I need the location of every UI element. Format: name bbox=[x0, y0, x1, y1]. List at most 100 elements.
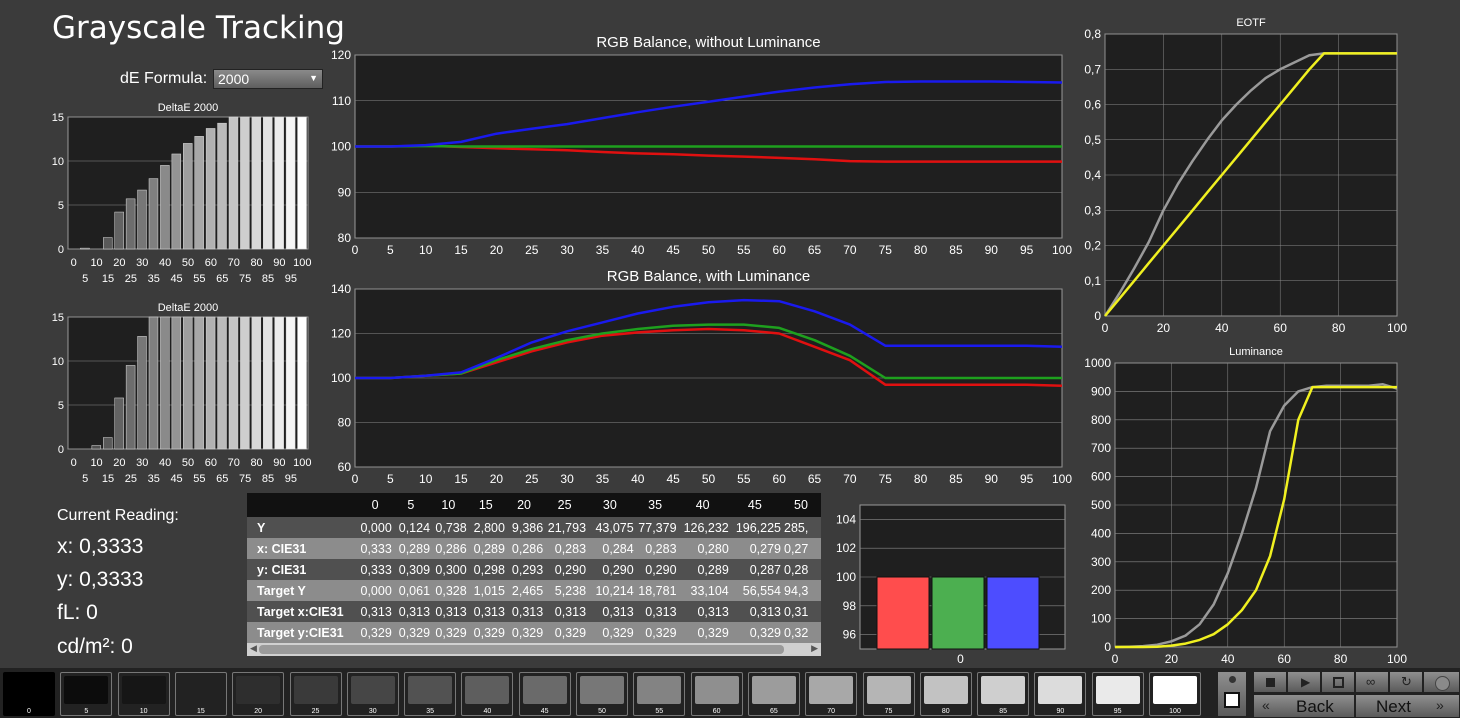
gray-patch-90[interactable]: 90 bbox=[1034, 672, 1087, 716]
stop-button[interactable] bbox=[1253, 671, 1287, 693]
table-cell: 0,313 bbox=[676, 601, 729, 622]
table-cell: 0,313 bbox=[358, 601, 392, 622]
table-cell: 0,313 bbox=[586, 601, 634, 622]
patch-swatch bbox=[121, 676, 166, 704]
bar bbox=[194, 136, 204, 250]
back-button[interactable]: « Back bbox=[1253, 694, 1355, 718]
table-cell: 33,104 bbox=[676, 580, 729, 601]
patch-label: 85 bbox=[999, 708, 1007, 715]
gray-patch-80[interactable]: 80 bbox=[919, 672, 972, 716]
gray-patch-15[interactable]: 15 bbox=[174, 672, 227, 716]
play-icon: ▶ bbox=[1301, 675, 1311, 689]
y-tick-label: 110 bbox=[332, 94, 351, 108]
de-formula-select[interactable]: 2000 ▼ bbox=[213, 69, 323, 89]
bar bbox=[160, 316, 170, 450]
bar bbox=[103, 437, 113, 450]
table-scrollbar[interactable]: ◀ ▶ bbox=[247, 643, 821, 656]
table-cell: 0,298 bbox=[466, 559, 505, 580]
table-row: Target Y 0,000 0,061 0,328 1,015 2,465 5,238 10… bbox=[247, 580, 821, 601]
bar bbox=[251, 116, 262, 250]
option-button[interactable] bbox=[1423, 671, 1460, 693]
record-icon bbox=[1229, 676, 1236, 683]
play-button[interactable]: ▶ bbox=[1287, 671, 1321, 693]
chevron-down-icon: ▼ bbox=[309, 73, 318, 83]
gray-patch-65[interactable]: 65 bbox=[747, 672, 800, 716]
table-column-header: 25 bbox=[543, 493, 587, 517]
bar bbox=[263, 116, 273, 250]
gray-patch-30[interactable]: 30 bbox=[346, 672, 399, 716]
bar bbox=[137, 336, 147, 450]
x-tick-label: 50 bbox=[702, 472, 716, 486]
bar bbox=[114, 397, 124, 450]
patch-label: 45 bbox=[540, 708, 549, 715]
x-tick-label: 25 bbox=[125, 273, 137, 285]
y-tick-label: 0,3 bbox=[1084, 203, 1101, 217]
chart-title: Luminance bbox=[1229, 346, 1283, 358]
patch-swatch bbox=[981, 676, 1026, 704]
gray-patch-20[interactable]: 20 bbox=[232, 672, 285, 716]
table-row-label: y: CIE31 bbox=[247, 559, 359, 580]
target-button[interactable] bbox=[1217, 671, 1247, 717]
y-tick-label: 100 bbox=[331, 140, 351, 154]
table-cell: 94,3 bbox=[781, 580, 821, 601]
y-tick-label: 98 bbox=[843, 599, 857, 613]
patch-label: 0 bbox=[27, 708, 31, 715]
gray-patch-0[interactable]: 0 bbox=[3, 672, 55, 716]
x-tick-label: 70 bbox=[843, 243, 857, 257]
x-tick-label: 35 bbox=[148, 473, 160, 485]
table-cell: 43,075 bbox=[586, 517, 634, 538]
de-formula-value: 2000 bbox=[218, 71, 250, 87]
x-tick-label: 40 bbox=[1221, 652, 1235, 666]
table-cell: 0,329 bbox=[391, 622, 431, 643]
gray-patch-10[interactable]: 10 bbox=[117, 672, 170, 716]
patch-label: 80 bbox=[941, 708, 950, 715]
patch-swatch bbox=[1038, 676, 1083, 704]
gray-patch-45[interactable]: 45 bbox=[518, 672, 571, 716]
y-tick-label: 200 bbox=[1091, 583, 1111, 597]
gray-patch-70[interactable]: 70 bbox=[805, 672, 858, 716]
scrollbar-thumb[interactable] bbox=[259, 645, 784, 654]
x-tick-label: 35 bbox=[596, 472, 610, 486]
gray-patch-60[interactable]: 60 bbox=[690, 672, 743, 716]
table-cell: 196,225 bbox=[728, 517, 781, 538]
gray-patch-25[interactable]: 25 bbox=[289, 672, 342, 716]
gray-patch-55[interactable]: 55 bbox=[633, 672, 686, 716]
bar bbox=[171, 316, 182, 450]
table-column-header: 30 bbox=[586, 493, 634, 517]
table-cell: 0,284 bbox=[586, 538, 634, 559]
x-tick-label: 25 bbox=[525, 243, 539, 257]
gray-patch-100[interactable]: 100 bbox=[1149, 672, 1201, 716]
bar bbox=[217, 316, 227, 450]
x-tick-label: 10 bbox=[419, 243, 433, 257]
bar bbox=[228, 316, 239, 450]
table-cell: 0,290 bbox=[633, 559, 677, 580]
bar bbox=[240, 316, 250, 450]
scroll-left-icon[interactable]: ◀ bbox=[250, 643, 257, 654]
gray-patch-85[interactable]: 85 bbox=[977, 672, 1030, 716]
bar bbox=[931, 576, 985, 650]
loop-button[interactable]: ∞ bbox=[1355, 671, 1389, 693]
bar bbox=[205, 128, 216, 250]
gray-patch-75[interactable]: 75 bbox=[862, 672, 915, 716]
save-button[interactable] bbox=[1321, 671, 1355, 693]
next-button[interactable]: Next » bbox=[1355, 694, 1460, 718]
refresh-button[interactable]: ↻ bbox=[1389, 671, 1423, 693]
rgb-bars-chart: 96 98 100 102 104 0 bbox=[836, 504, 1066, 666]
x-tick-label: 10 bbox=[90, 257, 102, 269]
gray-patch-40[interactable]: 40 bbox=[461, 672, 514, 716]
y-tick-label: 10 bbox=[52, 356, 64, 368]
scroll-right-icon[interactable]: ▶ bbox=[811, 643, 818, 654]
patch-label: 20 bbox=[254, 708, 263, 715]
table-cell: 0,287 bbox=[728, 559, 781, 580]
gray-patch-5[interactable]: 5 bbox=[60, 672, 113, 716]
patch-swatch bbox=[64, 676, 109, 704]
chart-title: DeltaE 2000 bbox=[158, 102, 219, 114]
measurement-table: 0 5 10 15 20 25 30 35 40 45 50 Y 0,000 0,124 0,738 2,80… bbox=[247, 493, 821, 655]
patch-label: 30 bbox=[368, 708, 377, 715]
gray-patch-35[interactable]: 35 bbox=[404, 672, 457, 716]
bar bbox=[274, 116, 284, 250]
gray-patch-95[interactable]: 95 bbox=[1091, 672, 1144, 716]
x-tick-label: 55 bbox=[193, 473, 205, 485]
x-tick-label: 45 bbox=[170, 273, 182, 285]
gray-patch-50[interactable]: 50 bbox=[576, 672, 628, 716]
